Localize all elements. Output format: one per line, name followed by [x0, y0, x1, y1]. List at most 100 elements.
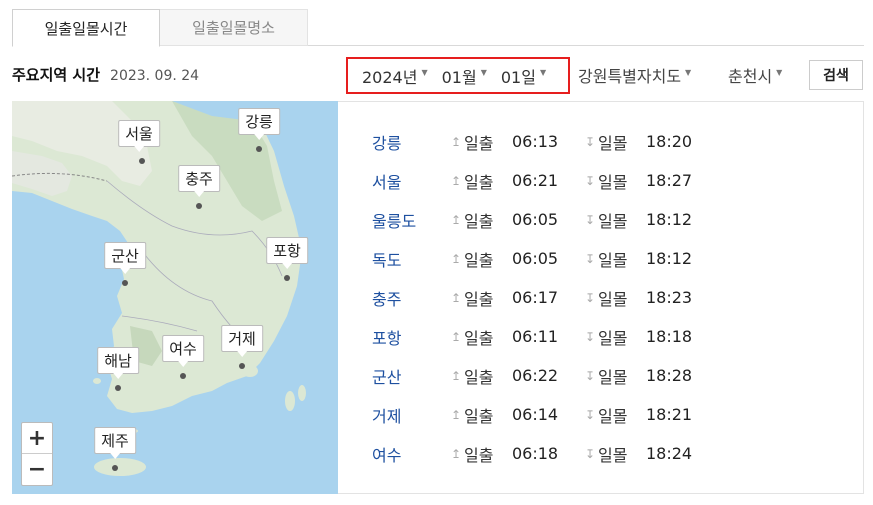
sunrise-time: 06:18 — [512, 444, 559, 463]
city-link[interactable]: 강릉 — [338, 130, 448, 154]
sunrise-label: 일출 — [464, 328, 494, 348]
map-pin-gunsan[interactable]: 군산 — [104, 242, 146, 274]
marker-dot — [196, 203, 202, 209]
sunrise-icon: ↥ — [450, 173, 462, 188]
sunset-icon: ↧ — [584, 173, 596, 188]
sunrise-time: 06:13 — [512, 132, 559, 151]
caret-down-icon: ▼ — [685, 67, 692, 77]
caret-down-icon: ▼ — [421, 68, 428, 77]
city-link[interactable]: 포항 — [338, 325, 448, 349]
sunset-label: 일몰 — [598, 250, 628, 270]
zoom-in-button[interactable]: + — [22, 423, 52, 454]
korea-map[interactable]: 서울 강릉 충주 군산 포항 거제 여수 해남 제주 + − — [12, 101, 338, 494]
city-link[interactable]: 독도 — [338, 247, 448, 271]
map-pin-jeju[interactable]: 제주 — [94, 427, 136, 459]
sunrise-time: 06:14 — [512, 405, 559, 424]
sunrise-time: 06:11 — [512, 327, 559, 346]
sun-times-list: 강릉 ↥ 일출 06:13 ↧ 일몰 18:20 서울 ↥ 일출 06:21 ↧ 일몰 18:27 울릉도 ↥… — [338, 101, 864, 494]
city-link[interactable]: 서울 — [338, 169, 448, 193]
sunset-time: 18:24 — [646, 444, 693, 463]
sunrise-icon: ↥ — [450, 212, 462, 227]
sunset-icon: ↧ — [584, 329, 596, 344]
month-value: 01월 — [441, 67, 477, 87]
city-select[interactable]: 춘천시 ▼ — [728, 63, 782, 87]
reference-date: 2023. 09. 24 — [110, 68, 200, 84]
list-item: 독도 ↥ 일출 06:05 ↧ 일몰 18:12 — [338, 239, 863, 278]
caret-down-icon: ▼ — [776, 67, 783, 77]
day-select[interactable]: 01일 ▼ — [501, 64, 546, 88]
caret-down-icon: ▼ — [480, 68, 487, 77]
map-pin-gangneung[interactable]: 강릉 — [238, 108, 280, 140]
tab-bar: 일출일몰시간 일출일몰명소 — [12, 9, 864, 47]
month-select[interactable]: 01월 ▼ — [442, 64, 487, 88]
sunrise-icon: ↥ — [450, 290, 462, 305]
map-pin-pohang[interactable]: 포항 — [266, 237, 308, 269]
sunset-time: 18:23 — [646, 288, 693, 307]
sunset-icon: ↧ — [584, 446, 596, 461]
list-item: 군산 ↥ 일출 06:22 ↧ 일몰 18:28 — [338, 356, 863, 395]
tab-sunrise-sunset-spots[interactable]: 일출일몰명소 — [160, 9, 308, 46]
sunset-time: 18:12 — [646, 210, 693, 229]
sunset-icon: ↧ — [584, 251, 596, 266]
marker-dot — [139, 158, 145, 164]
city-link[interactable]: 충주 — [338, 286, 448, 310]
marker-dot — [112, 465, 118, 471]
sunset-label: 일몰 — [598, 133, 628, 153]
sunset-icon: ↧ — [584, 407, 596, 422]
year-select[interactable]: 2024년 ▼ — [362, 64, 428, 88]
list-item: 포항 ↥ 일출 06:11 ↧ 일몰 18:18 — [338, 317, 863, 356]
city-link[interactable]: 거제 — [338, 403, 448, 427]
sunset-label: 일몰 — [598, 445, 628, 465]
sunrise-label: 일출 — [464, 367, 494, 387]
marker-dot — [115, 385, 121, 391]
list-item: 강릉 ↥ 일출 06:13 ↧ 일몰 18:20 — [338, 122, 863, 161]
search-button[interactable]: 검색 — [809, 60, 863, 90]
map-pin-yeosu[interactable]: 여수 — [162, 335, 204, 367]
tab-sunrise-sunset-times[interactable]: 일출일몰시간 — [12, 9, 160, 47]
province-select[interactable]: 강원특별자치도 ▼ — [578, 63, 691, 87]
city-value: 춘천시 — [728, 67, 773, 86]
sunset-time: 18:12 — [646, 249, 693, 268]
date-select-highlight: 2024년 ▼ 01월 ▼ 01일 ▼ — [346, 57, 570, 94]
sunrise-label: 일출 — [464, 133, 494, 153]
sunset-label: 일몰 — [598, 172, 628, 192]
city-link[interactable]: 여수 — [338, 442, 448, 466]
map-pin-geoje[interactable]: 거제 — [221, 325, 263, 357]
sunset-time: 18:27 — [646, 171, 693, 190]
sunrise-icon: ↥ — [450, 251, 462, 266]
sunrise-time: 06:22 — [512, 366, 559, 385]
map-pin-chungju[interactable]: 충주 — [178, 165, 220, 197]
sunrise-icon: ↥ — [450, 446, 462, 461]
marker-dot — [180, 373, 186, 379]
city-link[interactable]: 군산 — [338, 364, 448, 388]
list-item: 거제 ↥ 일출 06:14 ↧ 일몰 18:21 — [338, 395, 863, 434]
sunrise-label: 일출 — [464, 250, 494, 270]
sunrise-time: 06:17 — [512, 288, 559, 307]
sunset-time: 18:21 — [646, 405, 693, 424]
marker-dot — [256, 146, 262, 152]
sunset-icon: ↧ — [584, 290, 596, 305]
map-pin-haenam[interactable]: 해남 — [97, 347, 139, 379]
sunrise-time: 06:05 — [512, 210, 559, 229]
sunrise-label: 일출 — [464, 406, 494, 426]
city-link[interactable]: 울릉도 — [338, 208, 448, 232]
sunrise-icon: ↥ — [450, 134, 462, 149]
sunrise-time: 06:05 — [512, 249, 559, 268]
sunrise-icon: ↥ — [450, 407, 462, 422]
sunrise-icon: ↥ — [450, 329, 462, 344]
province-value: 강원특별자치도 — [578, 67, 682, 86]
section-heading: 주요지역 시간 2023. 09. 24 — [12, 64, 199, 85]
day-value: 01일 — [500, 67, 536, 87]
date-controls: 2024년 ▼ 01월 ▼ 01일 ▼ — [346, 57, 570, 94]
sunrise-time: 06:21 — [512, 171, 559, 190]
marker-dot — [122, 280, 128, 286]
sunset-time: 18:18 — [646, 327, 693, 346]
sunset-time: 18:28 — [646, 366, 693, 385]
sunset-icon: ↧ — [584, 368, 596, 383]
zoom-out-button[interactable]: − — [22, 454, 52, 485]
sunset-label: 일몰 — [598, 289, 628, 309]
zoom-control: + − — [21, 422, 53, 486]
map-pin-seoul[interactable]: 서울 — [118, 120, 160, 152]
sunset-label: 일몰 — [598, 211, 628, 231]
sunrise-label: 일출 — [464, 445, 494, 465]
